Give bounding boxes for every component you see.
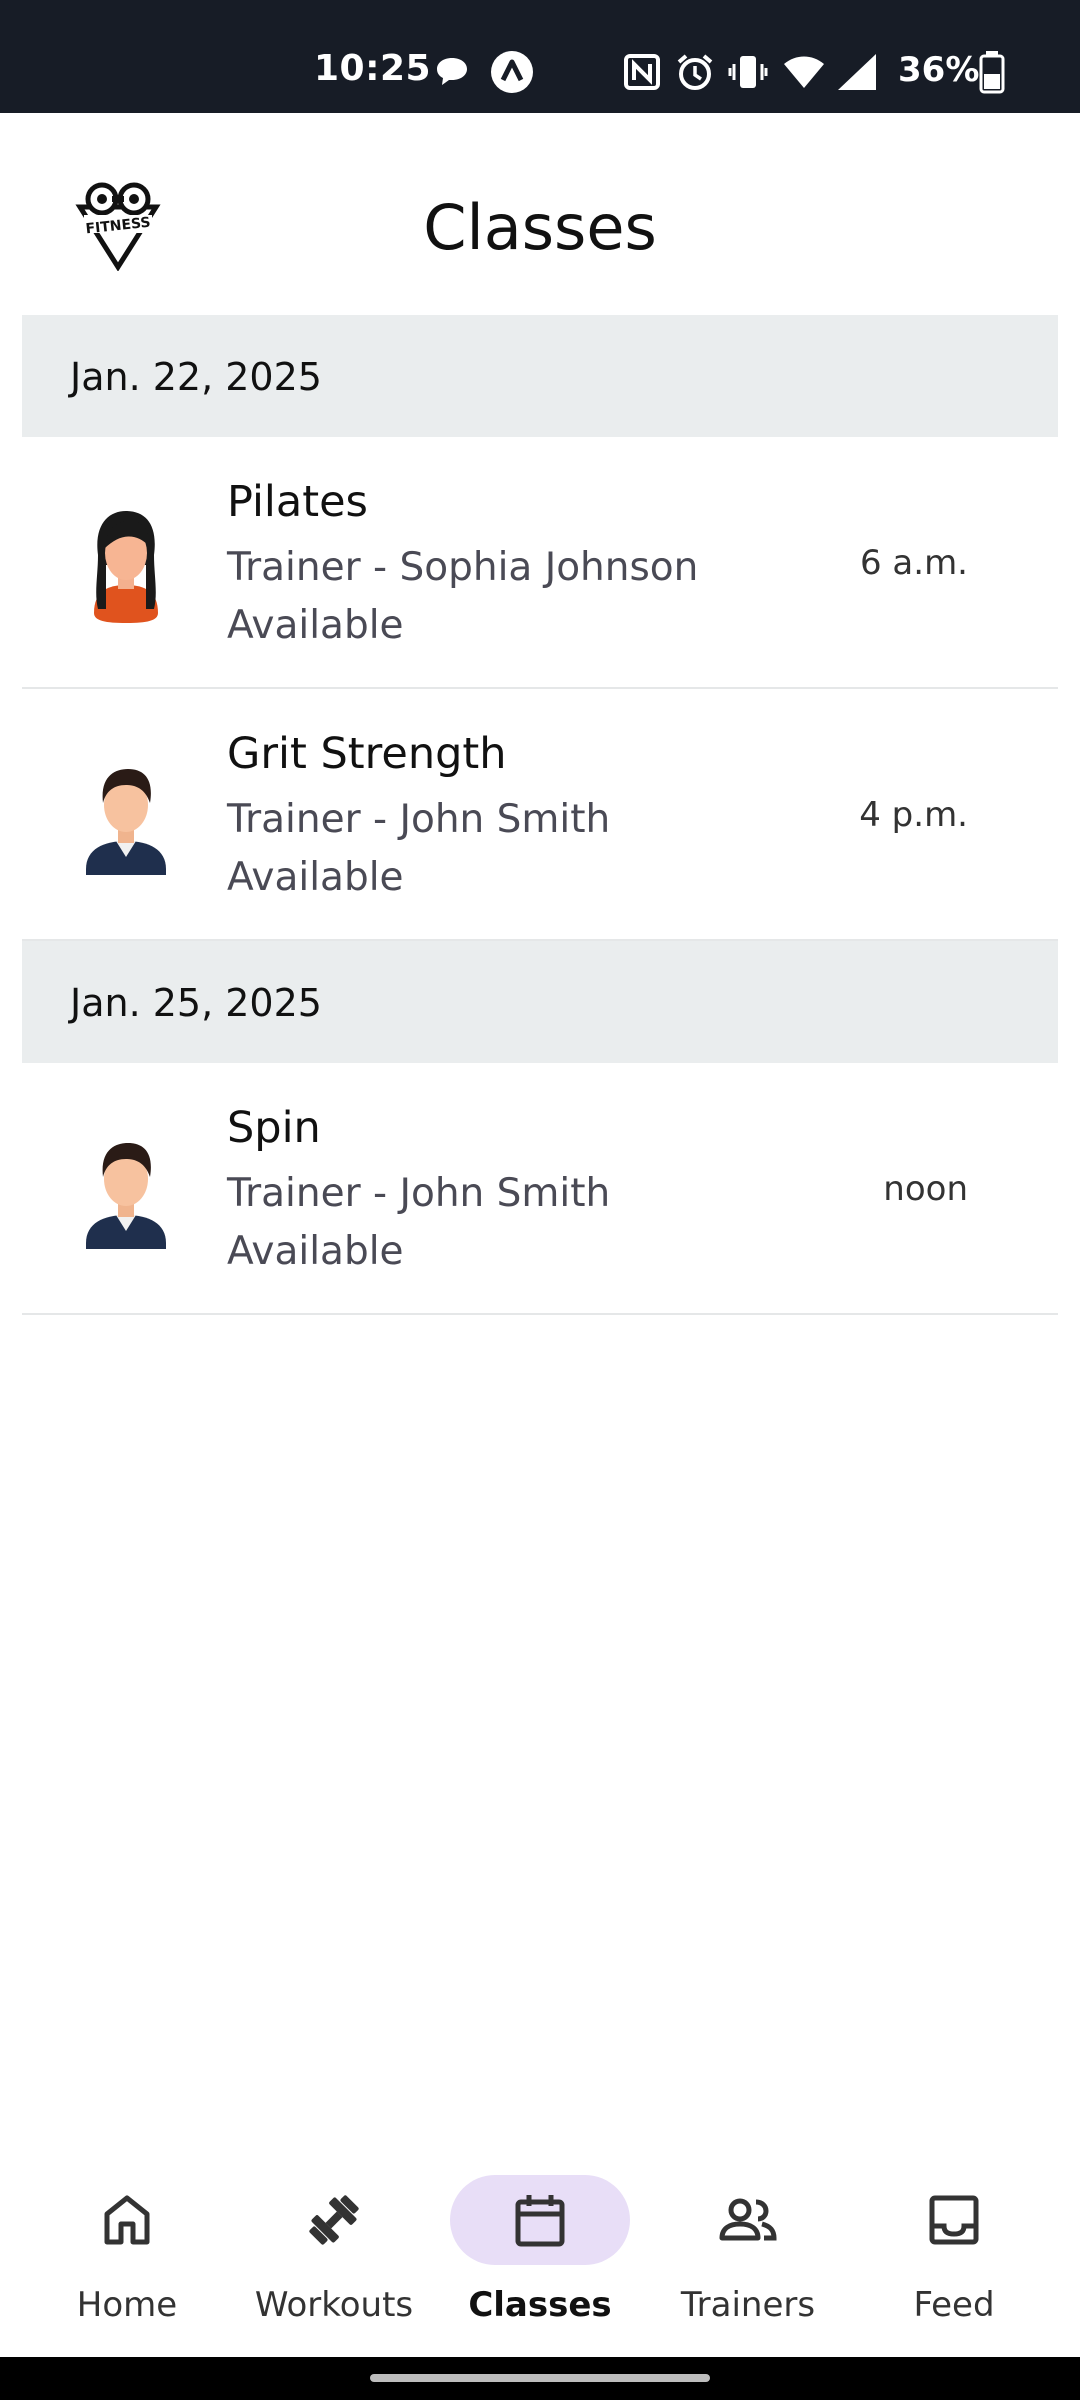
male-avatar: [86, 1143, 166, 1249]
class-name: Pilates: [227, 477, 368, 527]
app-header: FITNESS Classes: [0, 113, 1080, 315]
class-availability: Available: [227, 1229, 404, 1274]
people-icon: [719, 2198, 777, 2241]
inbox-icon: [929, 2195, 979, 2245]
status-time: 10:25: [314, 48, 432, 89]
gesture-handle[interactable]: [370, 2374, 710, 2382]
class-name: Grit Strength: [227, 729, 507, 779]
home-icon: [104, 2195, 150, 2245]
nav-item-classes[interactable]: Classes: [450, 2145, 630, 2357]
nfc-icon: [624, 54, 660, 90]
wifi-icon: [784, 56, 824, 88]
app-a-icon: [491, 51, 533, 93]
page-title: Classes: [423, 191, 657, 264]
class-time: 6 a.m.: [859, 543, 968, 583]
battery-icon: [979, 51, 1005, 94]
section-date: Jan. 22, 2025: [70, 355, 322, 399]
dumbbell-icon: [309, 2195, 359, 2245]
class-time: 4 p.m.: [859, 795, 968, 835]
bottom-navigation: Home Workouts Classes Trainers Feed: [0, 2145, 1080, 2357]
nav-item-home[interactable]: Home: [37, 2145, 217, 2357]
battery-percent: 36%: [898, 50, 980, 90]
class-list-item[interactable]: Pilates Trainer - Sophia Johnson Availab…: [22, 437, 1058, 689]
section-date: Jan. 25, 2025: [70, 981, 322, 1025]
nav-label-feed: Feed: [913, 2285, 995, 2325]
male-avatar: [86, 769, 166, 875]
system-navigation-bar: [0, 2357, 1080, 2400]
vibrate-icon: [728, 56, 768, 88]
class-trainer: Trainer - Sophia Johnson: [227, 545, 699, 590]
class-trainer: Trainer - John Smith: [227, 1171, 611, 1216]
class-trainer: Trainer - John Smith: [227, 797, 611, 842]
calendar-icon: [515, 2195, 565, 2247]
class-list-item[interactable]: Spin Trainer - John Smith Available noon: [22, 1063, 1058, 1315]
date-section-header: Jan. 25, 2025: [22, 941, 1058, 1063]
message-bubble-icon: [437, 58, 467, 85]
alarm-icon: [677, 54, 713, 90]
class-list-item[interactable]: Grit Strength Trainer - John Smith Avail…: [22, 689, 1058, 941]
active-indicator: [450, 2175, 630, 2265]
nav-item-trainers[interactable]: Trainers: [658, 2145, 838, 2357]
class-name: Spin: [227, 1103, 321, 1153]
female-avatar: [94, 511, 158, 623]
nav-item-feed[interactable]: Feed: [864, 2145, 1044, 2357]
class-availability: Available: [227, 603, 404, 648]
class-availability: Available: [227, 855, 404, 900]
nav-item-workouts[interactable]: Workouts: [244, 2145, 424, 2357]
signal-icon: [838, 54, 876, 90]
status-bar: 10:25 36%: [0, 0, 1080, 113]
date-section-header: Jan. 22, 2025: [22, 315, 1058, 437]
class-time: noon: [883, 1169, 968, 1209]
